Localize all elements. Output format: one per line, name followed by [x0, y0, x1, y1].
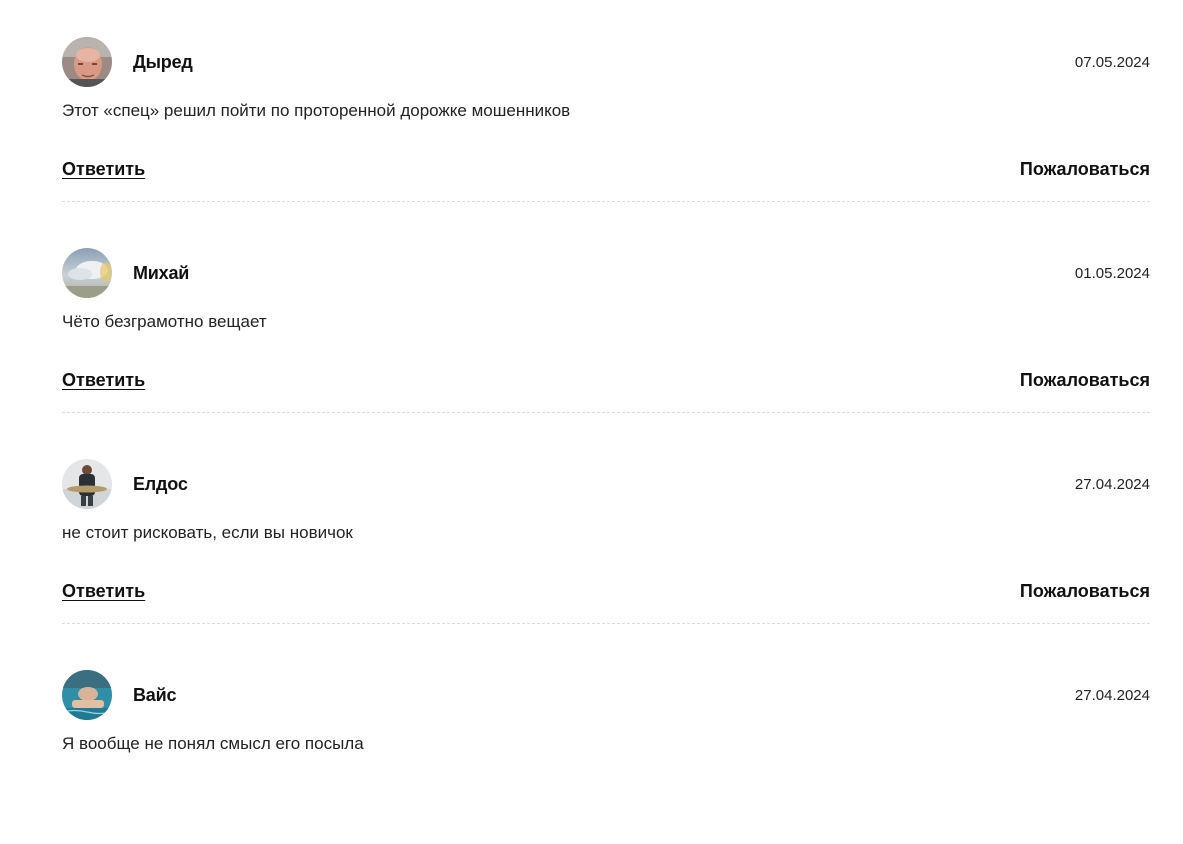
comment-item: Дыред 07.05.2024 Этот «спец» решил пойти… — [62, 0, 1150, 211]
avatar[interactable] — [62, 248, 112, 298]
avatar[interactable] — [62, 37, 112, 87]
comment-item: Елдос 27.04.2024 не стоит рисковать, есл… — [62, 422, 1150, 633]
comment-text: не стоит рисковать, если вы новичок — [62, 523, 353, 542]
comment-divider — [62, 412, 1150, 413]
avatar-photo-pool — [62, 670, 112, 720]
comment-actions: Ответить Пожаловаться — [62, 370, 1150, 391]
report-link[interactable]: Пожаловаться — [1020, 370, 1150, 391]
reply-link[interactable]: Ответить — [62, 159, 145, 180]
avatar[interactable] — [62, 459, 112, 509]
comment-header: Вайс 27.04.2024 — [62, 670, 1150, 720]
comment-text: Чёто безграмотно вещает — [62, 312, 267, 331]
report-link[interactable]: Пожаловаться — [1020, 159, 1150, 180]
comment-header: Елдос 27.04.2024 — [62, 459, 1150, 509]
comment-divider — [62, 623, 1150, 624]
comments-list: Дыред 07.05.2024 Этот «спец» решил пойти… — [62, 0, 1150, 844]
comment-author: Вайс — [133, 684, 177, 705]
comment-author: Елдос — [133, 473, 188, 494]
avatar-photo-sky — [62, 248, 112, 298]
comment-author: Дыред — [133, 51, 193, 72]
avatar-photo-fisherman — [62, 459, 112, 509]
reply-link[interactable]: Ответить — [62, 370, 145, 391]
comment-text: Я вообще не понял смысл его посыла — [62, 734, 364, 753]
comment-date: 27.04.2024 — [1074, 686, 1150, 704]
reply-link[interactable]: Ответить — [62, 581, 145, 602]
comment-item: Михай 01.05.2024 Чёто безграмотно вещает… — [62, 211, 1150, 422]
comment-actions: Ответить Пожаловаться — [62, 159, 1150, 180]
comment-actions: Ответить Пожаловаться — [62, 581, 1150, 602]
comment-date: 01.05.2024 — [1074, 264, 1150, 282]
comment-divider — [62, 201, 1150, 202]
comment-date: 07.05.2024 — [1074, 53, 1150, 71]
comment-header: Михай 01.05.2024 — [62, 248, 1150, 298]
comment-item: Вайс 27.04.2024 Я вообще не понял смысл … — [62, 633, 1150, 844]
report-link[interactable]: Пожаловаться — [1020, 581, 1150, 602]
avatar-photo-man-face — [62, 37, 112, 87]
comment-author: Михай — [133, 262, 190, 283]
avatar[interactable] — [62, 670, 112, 720]
comment-header: Дыред 07.05.2024 — [62, 37, 1150, 87]
comment-text: Этот «спец» решил пойти по проторенной д… — [62, 101, 571, 120]
comment-date: 27.04.2024 — [1074, 475, 1150, 493]
